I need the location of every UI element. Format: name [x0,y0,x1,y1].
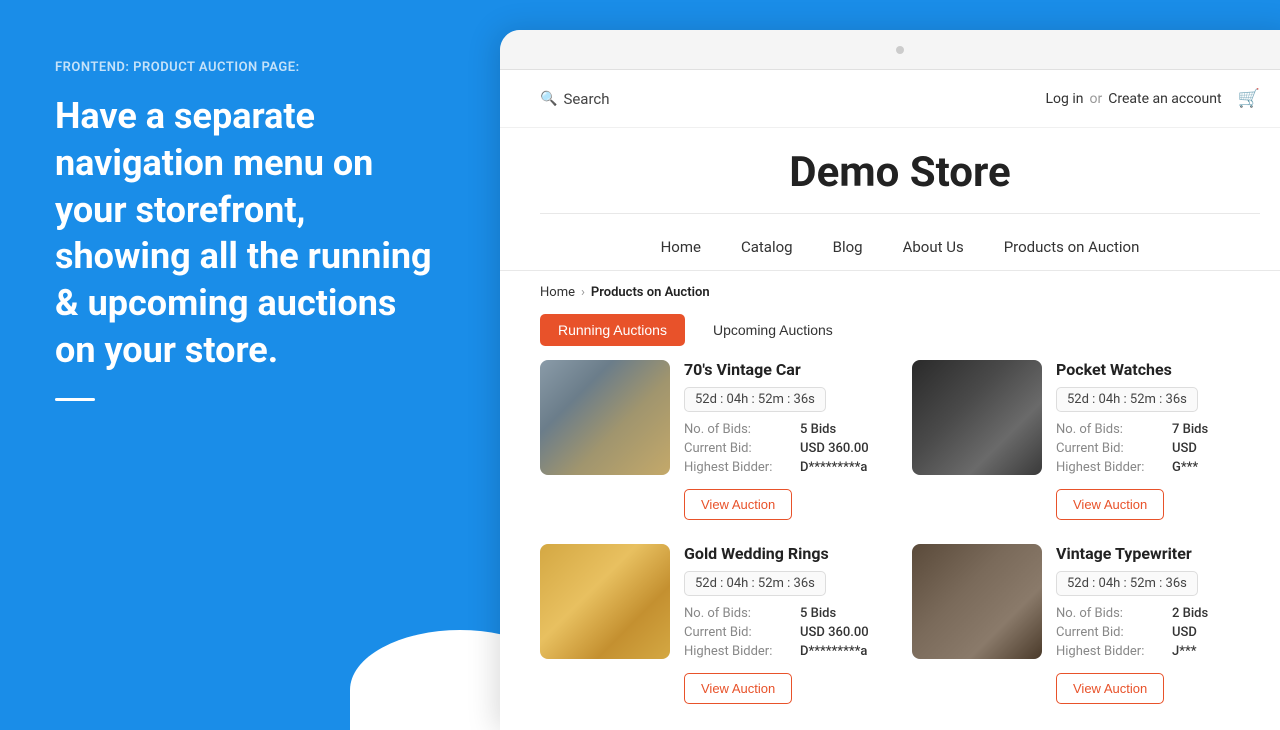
auction-bid: Current Bid: USD 360.00 [684,625,888,640]
auction-card: Pocket Watches 52d : 04h : 52m : 36s No.… [912,360,1260,520]
store-header: 🔍 Search Log in or Create an account 🛒 [500,70,1280,128]
bid-label: Current Bid: [1056,625,1166,640]
bidder-value: D*********a [800,644,867,659]
auction-timer: 52d : 04h : 52m : 36s [684,571,826,596]
auction-title: Pocket Watches [1056,360,1260,379]
create-account-link[interactable]: Create an account [1108,91,1221,107]
auction-card: Vintage Typewriter 52d : 04h : 52m : 36s… [912,544,1260,704]
title-divider [540,213,1260,214]
bidder-value: D*********a [800,460,867,475]
nav-item-catalog[interactable]: Catalog [741,238,793,256]
auction-card: 70's Vintage Car 52d : 04h : 52m : 36s N… [540,360,888,520]
nav-item-about[interactable]: About Us [903,238,964,256]
left-label: FRONTEND: PRODUCT AUCTION PAGE: [55,60,445,75]
bids-value: 7 Bids [1172,422,1208,437]
left-heading: Have a separate navigation menu on your … [55,93,445,374]
nav-bar: Home Catalog Blog About Us Products on A… [500,224,1280,271]
left-divider [55,398,95,401]
auction-image [540,544,670,659]
bidder-label: Highest Bidder: [684,460,794,475]
view-auction-button[interactable]: View Auction [1056,489,1164,520]
auction-image-placeholder [540,360,670,475]
auction-info: 70's Vintage Car 52d : 04h : 52m : 36s N… [684,360,888,520]
tab-running[interactable]: Running Auctions [540,314,685,346]
bids-value: 2 Bids [1172,606,1208,621]
nav-item-auction[interactable]: Products on Auction [1004,238,1140,256]
auction-bidder: Highest Bidder: J*** [1056,644,1260,659]
bid-label: Current Bid: [684,625,794,640]
store-content[interactable]: 🔍 Search Log in or Create an account 🛒 D… [500,70,1280,730]
auction-grid: 70's Vintage Car 52d : 04h : 52m : 36s N… [500,360,1280,730]
header-auth: Log in or Create an account 🛒 [1045,88,1260,109]
breadcrumb: Home › Products on Auction [500,271,1280,314]
store-title: Demo Store [540,148,1260,197]
breadcrumb-home[interactable]: Home [540,285,575,300]
auction-bidder: Highest Bidder: D*********a [684,644,888,659]
auction-title: Gold Wedding Rings [684,544,888,563]
auction-image [912,360,1042,475]
bids-value: 5 Bids [800,422,836,437]
bid-value: USD [1172,625,1197,640]
auction-timer: 52d : 04h : 52m : 36s [1056,571,1198,596]
auction-info: Pocket Watches 52d : 04h : 52m : 36s No.… [1056,360,1260,520]
auction-tabs: Running Auctions Upcoming Auctions [500,314,1280,360]
bids-label: No. of Bids: [684,422,794,437]
auction-image-placeholder [912,544,1042,659]
auction-bids: No. of Bids: 7 Bids [1056,422,1260,437]
nav-item-home[interactable]: Home [661,238,701,256]
tab-upcoming[interactable]: Upcoming Auctions [695,314,851,346]
view-auction-button[interactable]: View Auction [684,673,792,704]
bidder-label: Highest Bidder: [1056,644,1166,659]
auction-image [540,360,670,475]
bidder-label: Highest Bidder: [684,644,794,659]
bid-value: USD 360.00 [800,441,869,456]
auction-bid: Current Bid: USD 360.00 [684,441,888,456]
auction-bidder: Highest Bidder: D*********a [684,460,888,475]
auction-title: Vintage Typewriter [1056,544,1260,563]
bids-value: 5 Bids [800,606,836,621]
auction-card: Gold Wedding Rings 52d : 04h : 52m : 36s… [540,544,888,704]
auction-bidder: Highest Bidder: G*** [1056,460,1260,475]
search-label: Search [563,90,609,108]
browser-chrome [500,30,1280,70]
login-link[interactable]: Log in [1045,91,1083,107]
bidder-value: J*** [1172,644,1197,659]
auction-bid: Current Bid: USD [1056,625,1260,640]
auction-bid: Current Bid: USD [1056,441,1260,456]
auth-separator: or [1089,91,1102,107]
search-button[interactable]: 🔍 Search [540,90,610,108]
breadcrumb-current: Products on Auction [591,285,710,300]
breadcrumb-separator: › [581,285,585,300]
bid-value: USD 360.00 [800,625,869,640]
bidder-label: Highest Bidder: [1056,460,1166,475]
bids-label: No. of Bids: [1056,422,1166,437]
auction-info: Vintage Typewriter 52d : 04h : 52m : 36s… [1056,544,1260,704]
store-title-area: Demo Store [500,128,1280,224]
bids-label: No. of Bids: [684,606,794,621]
bidder-value: G*** [1172,460,1198,475]
browser-panel: 🔍 Search Log in or Create an account 🛒 D… [500,30,1280,730]
view-auction-button[interactable]: View Auction [1056,673,1164,704]
bids-label: No. of Bids: [1056,606,1166,621]
auction-timer: 52d : 04h : 52m : 36s [684,387,826,412]
auction-image-placeholder [540,544,670,659]
auction-bids: No. of Bids: 2 Bids [1056,606,1260,621]
auction-bids: No. of Bids: 5 Bids [684,422,888,437]
auction-title: 70's Vintage Car [684,360,888,379]
auction-image-placeholder [912,360,1042,475]
search-icon: 🔍 [540,91,557,107]
auction-bids: No. of Bids: 5 Bids [684,606,888,621]
auction-info: Gold Wedding Rings 52d : 04h : 52m : 36s… [684,544,888,704]
bid-label: Current Bid: [684,441,794,456]
auction-timer: 52d : 04h : 52m : 36s [1056,387,1198,412]
view-auction-button[interactable]: View Auction [684,489,792,520]
nav-item-blog[interactable]: Blog [833,238,863,256]
cart-icon[interactable]: 🛒 [1238,88,1260,109]
bid-label: Current Bid: [1056,441,1166,456]
auction-image [912,544,1042,659]
bid-value: USD [1172,441,1197,456]
left-panel: FRONTEND: PRODUCT AUCTION PAGE: Have a s… [0,0,500,720]
browser-dot [896,46,904,54]
